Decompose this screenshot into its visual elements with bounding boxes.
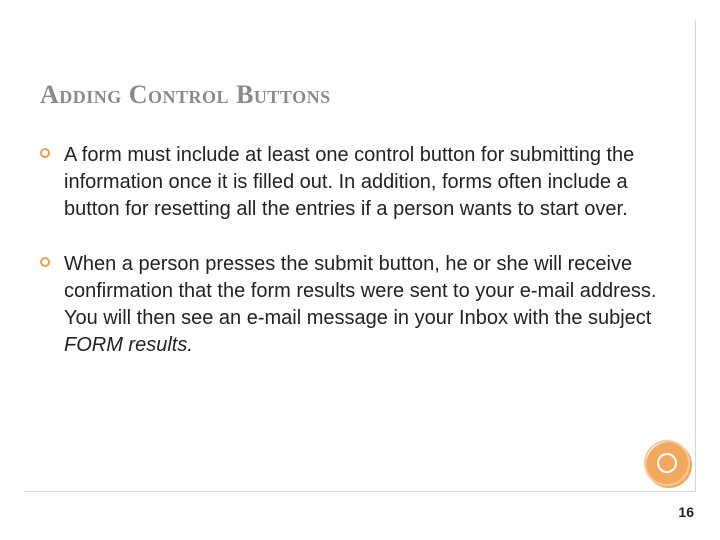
bottom-rule bbox=[24, 491, 696, 492]
bullet-icon bbox=[40, 148, 50, 158]
slide-title: Adding Control Buttons bbox=[40, 80, 680, 110]
page-number: 16 bbox=[678, 504, 694, 520]
bullet-text-main: When a person presses the submit button,… bbox=[64, 253, 656, 329]
bullet-list: A form must include at least one control… bbox=[40, 142, 680, 359]
slide: Adding Control Buttons A form must inclu… bbox=[0, 0, 720, 540]
list-item: When a person presses the submit button,… bbox=[40, 251, 680, 359]
bullet-icon bbox=[40, 257, 50, 267]
decorative-circle bbox=[646, 442, 692, 488]
side-rule bbox=[695, 20, 696, 492]
list-item: A form must include at least one control… bbox=[40, 142, 680, 223]
bullet-text: A form must include at least one control… bbox=[64, 142, 680, 223]
bullet-text-italic: FORM results. bbox=[64, 334, 193, 356]
bullet-text: When a person presses the submit button,… bbox=[64, 251, 680, 359]
